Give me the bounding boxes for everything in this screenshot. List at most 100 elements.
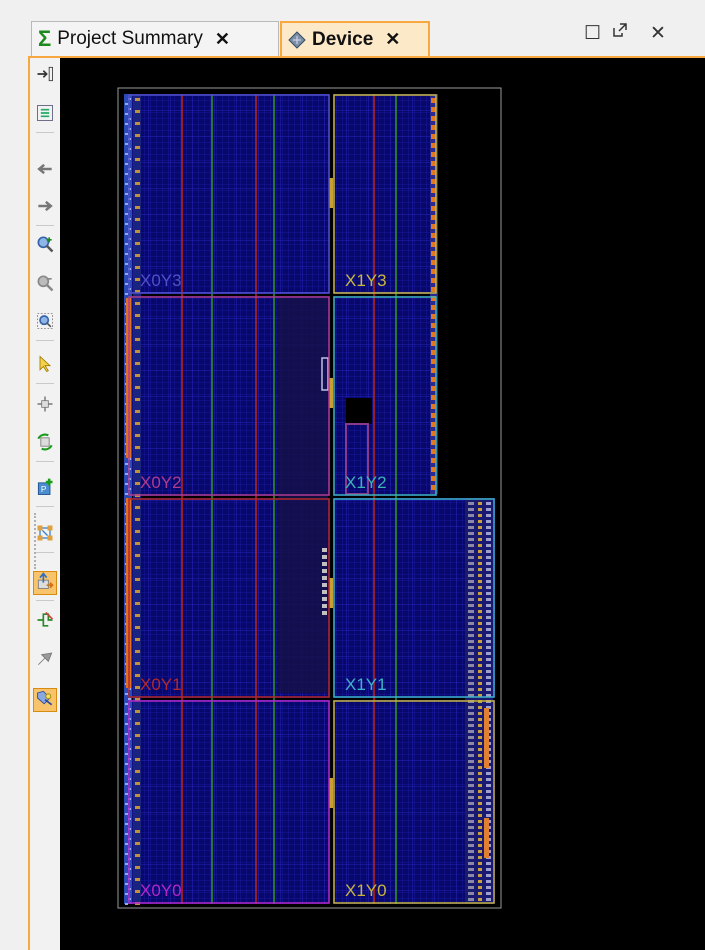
gt-tile	[468, 838, 474, 841]
gt-tile	[468, 682, 474, 685]
back-button[interactable]	[33, 159, 57, 183]
gt-tile	[468, 526, 474, 529]
cfg-tile	[322, 583, 327, 587]
highlight-button[interactable]	[33, 610, 57, 634]
gt-tile	[468, 604, 474, 607]
clock-tile	[135, 626, 140, 629]
gt-tile	[486, 652, 491, 655]
io-pin	[125, 243, 128, 245]
gt-tile	[468, 556, 474, 559]
unplace-button[interactable]	[33, 648, 57, 672]
auto-route-button[interactable]	[33, 432, 57, 456]
gt-tile	[468, 514, 474, 517]
clock-tile	[135, 638, 140, 641]
maximize-icon[interactable]: ☐	[584, 22, 601, 45]
gt-tile	[468, 616, 474, 619]
clock-tile	[135, 422, 140, 425]
show-nets-button[interactable]	[33, 523, 57, 547]
cfg-tile	[322, 597, 327, 601]
clock-tile	[135, 182, 140, 185]
route-button[interactable]	[33, 571, 57, 595]
toolbar-separator	[36, 600, 54, 601]
io-pin	[125, 463, 128, 465]
tab-bar: Σ Project Summary ✕ Device ✕ ☐ ✕	[0, 0, 705, 58]
move-button[interactable]	[33, 394, 57, 418]
gt-tile	[478, 706, 482, 709]
zoom-out-button[interactable]	[33, 273, 57, 297]
gt-tile	[486, 658, 491, 661]
gt-tile	[486, 898, 491, 901]
highlight-icon	[35, 610, 55, 635]
gt-tile	[478, 718, 482, 721]
device-canvas[interactable]: X0Y3 X1Y3 X0Y2 X1Y2 X0Y1 X1Y1 X0Y0 X1Y0	[60, 58, 705, 950]
zoom-in-icon	[35, 234, 55, 259]
tab-label: Project Summary	[57, 28, 203, 49]
gt-tile	[468, 502, 474, 505]
gt-tile	[478, 688, 482, 691]
gt-tile	[478, 676, 482, 679]
fit-selection-button[interactable]	[33, 103, 57, 127]
add-pblock-button[interactable]: P	[33, 477, 57, 501]
gt-tile	[468, 892, 474, 895]
gt-used	[484, 818, 489, 858]
gt-tile	[478, 508, 482, 511]
io-pin	[125, 823, 128, 825]
clock-tile	[135, 770, 140, 773]
gt-tile	[468, 664, 474, 667]
gt-tile	[468, 778, 474, 781]
clock-tile	[135, 830, 140, 833]
show-clock-regions-button[interactable]	[33, 688, 57, 712]
toolbar-separator	[36, 552, 54, 553]
clock-tile	[135, 602, 140, 605]
clock-tile	[135, 98, 140, 101]
io-pin	[125, 873, 128, 875]
gt-tile	[478, 784, 482, 787]
close-icon[interactable]: ✕	[215, 29, 230, 50]
gt-tile	[486, 670, 491, 673]
gt-tile	[478, 748, 482, 751]
gt-tile	[478, 892, 482, 895]
gt-tile	[468, 580, 474, 583]
zoom-in-button[interactable]	[33, 234, 57, 258]
gt-tile	[478, 850, 482, 853]
io-pin	[125, 803, 128, 805]
restore-icon[interactable]	[612, 22, 628, 44]
clock-tile	[135, 146, 140, 149]
gt-tile	[468, 772, 474, 775]
gt-tile	[478, 736, 482, 739]
gt-tile	[478, 820, 482, 823]
io-pin	[125, 903, 128, 905]
gt-tile	[486, 790, 491, 793]
gt-tile	[468, 754, 474, 757]
gt-tile	[468, 850, 474, 853]
select-button[interactable]	[33, 354, 57, 378]
cfg-tile	[322, 611, 327, 615]
clock-tile	[135, 110, 140, 113]
forward-button[interactable]	[33, 196, 57, 220]
gt-tile	[478, 652, 482, 655]
gt-tile	[468, 550, 474, 553]
tab-project-summary[interactable]: Σ Project Summary ✕	[31, 21, 279, 56]
svg-text:P: P	[41, 484, 47, 494]
close-icon[interactable]: ✕	[650, 22, 666, 45]
clock-tile	[135, 410, 140, 413]
gt-tile	[468, 748, 474, 751]
gt-tile	[468, 568, 474, 571]
clock-tile	[135, 734, 140, 737]
gt-tile	[478, 754, 482, 757]
gt-tile	[468, 886, 474, 889]
clock-tile	[135, 614, 140, 617]
io-pin	[125, 273, 128, 275]
gt-tile	[468, 814, 474, 817]
gt-tile	[486, 502, 491, 505]
device-floorplan[interactable]: X0Y3 X1Y3 X0Y2 X1Y2 X0Y1 X1Y1 X0Y0 X1Y0	[60, 58, 705, 950]
close-icon[interactable]: ✕	[385, 29, 400, 50]
expand-panel-button[interactable]	[33, 64, 57, 88]
zoom-fit-button[interactable]	[33, 311, 57, 335]
tab-device[interactable]: Device ✕	[280, 21, 430, 56]
gt-tile	[478, 868, 482, 871]
clock-tile	[135, 134, 140, 137]
gt-tile	[478, 556, 482, 559]
gt-tile	[486, 526, 491, 529]
gt-tile	[468, 586, 474, 589]
